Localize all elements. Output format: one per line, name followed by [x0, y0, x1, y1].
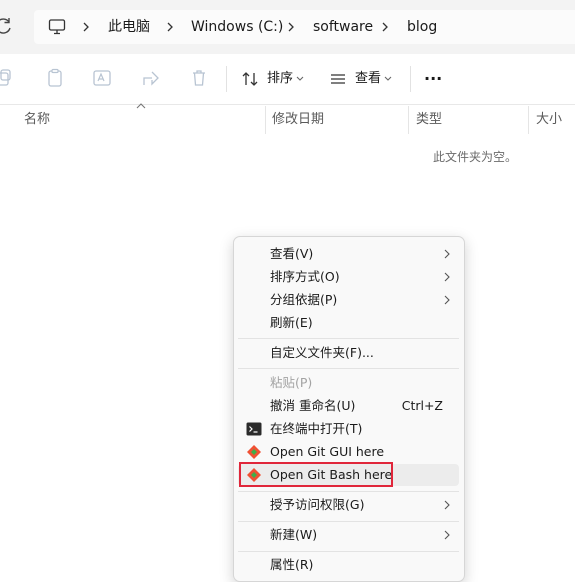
paste-icon[interactable]	[45, 68, 65, 88]
breadcrumb-drive-c[interactable]: Windows (C:)	[191, 17, 283, 37]
menu-item-label: 在终端中打开(T)	[270, 421, 363, 436]
chevron-down-icon	[296, 76, 304, 81]
menu-item-refresh[interactable]: 刷新(E)	[238, 312, 459, 334]
menu-item-label: 分组依据(P)	[270, 292, 338, 307]
menu-item-view[interactable]: 查看(V)	[238, 243, 459, 265]
menu-item-label: 新建(W)	[270, 527, 318, 542]
menu-item-label: Open Git GUI here	[270, 444, 385, 459]
chevron-right-icon	[444, 249, 450, 259]
chevron-right-icon[interactable]	[164, 17, 176, 37]
column-header-size[interactable]: 大小	[536, 110, 562, 130]
toolbar-divider	[226, 66, 227, 92]
chevron-right-icon[interactable]	[379, 17, 391, 37]
menu-item-give-access[interactable]: 授予访问权限(G)	[238, 494, 459, 516]
menu-item-label: 属性(R)	[270, 557, 314, 572]
menu-item-group-by[interactable]: 分组依据(P)	[238, 289, 459, 311]
sort-label: 排序	[267, 71, 294, 86]
chevron-right-icon[interactable]	[285, 17, 297, 37]
sort-button[interactable]: 排序	[242, 66, 306, 92]
menu-item-properties[interactable]: 属性(R)	[238, 554, 459, 576]
breadcrumb-blog[interactable]: blog	[407, 17, 437, 37]
chevron-right-icon	[444, 272, 450, 282]
share-icon[interactable]	[141, 68, 161, 88]
terminal-icon	[246, 422, 262, 436]
breadcrumb-this-pc[interactable]: 此电脑	[108, 17, 150, 37]
column-header-modified[interactable]: 修改日期	[272, 110, 324, 130]
column-header-name[interactable]: 名称	[24, 110, 50, 130]
empty-folder-message: 此文件夹为空。	[433, 150, 518, 164]
column-divider[interactable]	[408, 106, 409, 134]
list-view-icon	[331, 74, 345, 84]
column-header-type[interactable]: 类型	[416, 110, 442, 130]
menu-separator	[238, 338, 459, 339]
menu-item-label: 自定义文件夹(F)...	[270, 345, 374, 360]
menu-separator	[238, 491, 459, 492]
menu-item-label: 刷新(E)	[270, 315, 313, 330]
toolbar-divider	[410, 66, 411, 92]
view-label: 查看	[355, 71, 382, 86]
menu-separator	[238, 368, 459, 369]
command-bar: 排序 查看 ···	[0, 54, 575, 105]
menu-item-sort-by[interactable]: 排序方式(O)	[238, 266, 459, 288]
menu-item-label: 粘贴(P)	[270, 375, 313, 390]
shortcut-text: Ctrl+Z	[401, 398, 443, 413]
sort-ascending-icon	[136, 103, 146, 109]
menu-item-label: 排序方式(O)	[270, 269, 340, 284]
menu-item-customize-folder[interactable]: 自定义文件夹(F)...	[238, 342, 459, 364]
monitor-icon	[48, 19, 66, 35]
address-bar-area: 此电脑 Windows (C:) software blog	[0, 0, 575, 54]
copy-icon[interactable]	[0, 68, 12, 88]
menu-item-open-git-gui[interactable]: Open Git GUI here	[238, 441, 459, 463]
chevron-right-icon	[444, 295, 450, 305]
menu-separator	[238, 551, 459, 552]
column-divider[interactable]	[528, 106, 529, 134]
rename-icon[interactable]	[92, 68, 112, 88]
highlight-annotation-box	[239, 462, 393, 487]
chevron-right-icon	[444, 500, 450, 510]
column-divider[interactable]	[265, 106, 266, 134]
menu-item-label: 授予访问权限(G)	[270, 497, 365, 512]
menu-item-label: 查看(V)	[270, 246, 314, 261]
menu-item-label: 撤消 重命名(U)	[270, 398, 356, 413]
more-options-button[interactable]: ···	[424, 66, 442, 92]
sort-icon	[242, 72, 258, 86]
delete-icon[interactable]	[189, 68, 209, 88]
menu-item-paste: 粘贴(P)	[238, 372, 459, 394]
menu-separator	[238, 521, 459, 522]
chevron-right-icon[interactable]	[80, 17, 92, 37]
menu-item-undo-rename[interactable]: 撤消 重命名(U) Ctrl+Z	[238, 395, 459, 417]
refresh-icon[interactable]	[0, 16, 14, 36]
git-icon	[247, 445, 261, 459]
chevron-down-icon	[384, 76, 392, 81]
menu-item-new[interactable]: 新建(W)	[238, 524, 459, 546]
view-button[interactable]: 查看	[330, 66, 394, 92]
breadcrumb-software[interactable]: software	[313, 17, 373, 37]
menu-item-open-in-terminal[interactable]: 在终端中打开(T)	[238, 418, 459, 440]
context-menu: 查看(V) 排序方式(O) 分组依据(P) 刷新(E) 自定义文件夹(F)...…	[233, 236, 465, 582]
chevron-right-icon	[444, 530, 450, 540]
